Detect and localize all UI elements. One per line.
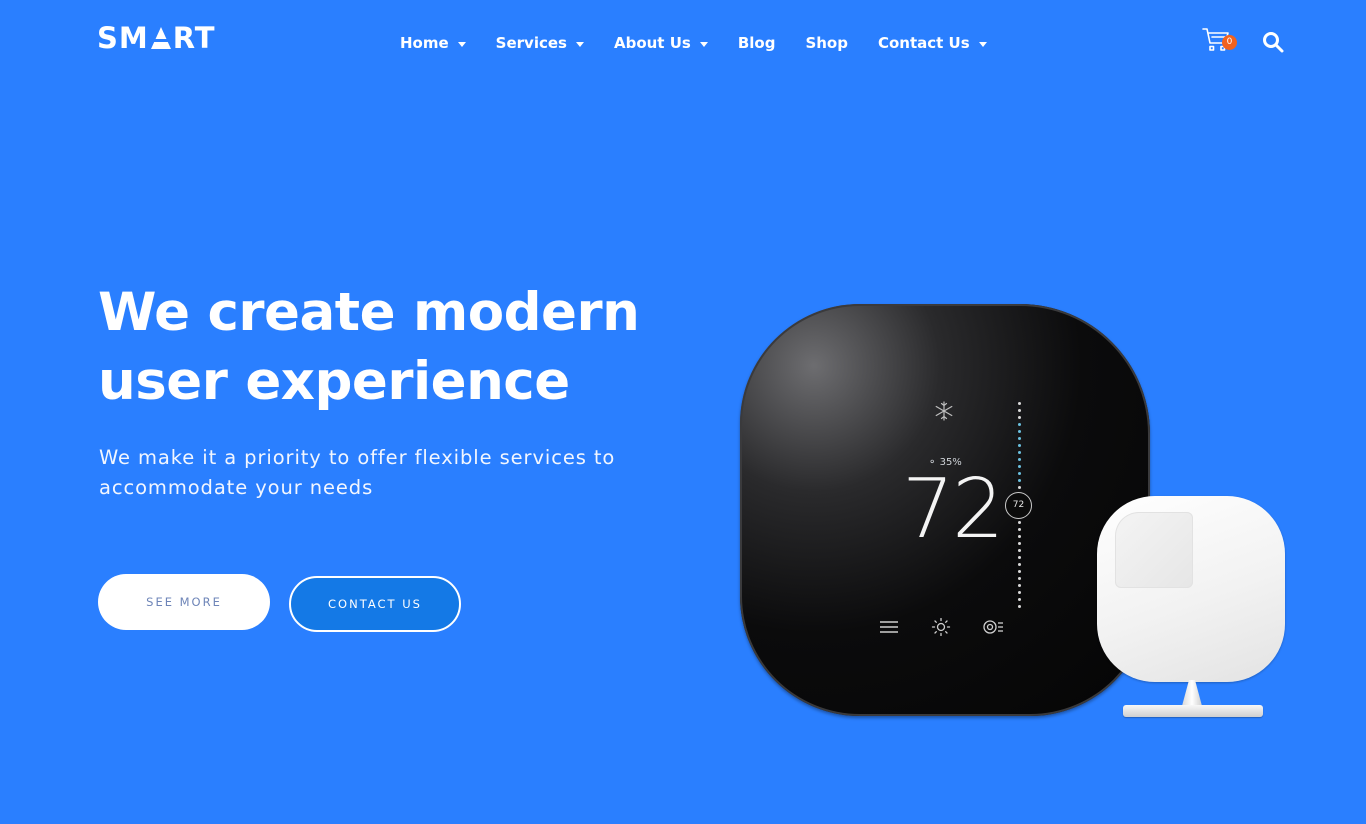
set-point-indicator: 72 <box>1005 492 1032 519</box>
logo-text-left: SM <box>97 21 149 55</box>
scale-dot <box>1018 479 1021 482</box>
logo-a-triangle <box>150 27 171 49</box>
scale-dot <box>1018 486 1021 489</box>
nav-item-shop[interactable]: Shop <box>805 32 848 54</box>
cart-button[interactable]: 0 <box>1202 27 1237 55</box>
room-sensor-device <box>1097 496 1285 682</box>
scale-dot <box>1018 521 1021 524</box>
search-icon <box>1263 32 1284 53</box>
search-button[interactable] <box>1261 30 1285 54</box>
nav-item-services[interactable]: Services <box>496 32 584 54</box>
see-more-button[interactable]: SEE MORE <box>98 574 270 630</box>
sensor-base <box>1123 705 1263 717</box>
caret-down-icon <box>978 41 987 47</box>
scale-dot <box>1018 451 1021 454</box>
snowflake-icon <box>935 401 953 421</box>
scale-dot <box>1018 598 1021 601</box>
nav-label: Blog <box>737 34 776 52</box>
nav-label: Contact Us <box>877 34 970 52</box>
scale-dot <box>1018 542 1021 545</box>
scale-dot <box>1018 437 1021 440</box>
sensor-window <box>1115 512 1193 588</box>
nav-label: Shop <box>805 34 848 52</box>
product-image: ⚬ 35% 72 72 <box>735 300 1295 725</box>
caret-down-icon <box>457 41 466 47</box>
sun-icon <box>931 618 951 636</box>
logo-text-right: RT <box>172 21 216 55</box>
caret-down-icon <box>699 41 708 47</box>
scale-dot <box>1018 472 1021 475</box>
scale-dot <box>1018 430 1021 433</box>
hero-title: We create modern user experience <box>98 282 640 412</box>
sensor-stand <box>1182 680 1202 706</box>
cart-count-badge: 0 <box>1222 35 1237 50</box>
scale-dot <box>1018 584 1021 587</box>
scale-dot <box>1018 563 1021 566</box>
scale-dot <box>1018 535 1021 538</box>
scale-dot <box>1018 416 1021 419</box>
scale-dot <box>1018 444 1021 447</box>
nav-label: Services <box>495 34 567 52</box>
nav-item-blog[interactable]: Blog <box>738 32 776 54</box>
hero-subtitle: We make it a priority to offer flexible … <box>99 446 616 499</box>
scale-dot <box>1018 465 1021 468</box>
scale-dot <box>1018 577 1021 580</box>
main-nav: Home Services About Us Blog Shop Contact… <box>400 32 1017 54</box>
nav-label: About Us <box>613 34 691 52</box>
scale-dot <box>1018 591 1021 594</box>
scale-dot <box>1018 528 1021 531</box>
scale-dot <box>1018 409 1021 412</box>
nav-item-home[interactable]: Home <box>400 32 466 54</box>
caret-down-icon <box>575 41 584 47</box>
thermostat-device: ⚬ 35% 72 72 <box>740 304 1150 716</box>
scale-dot <box>1018 402 1021 405</box>
scale-dot <box>1018 458 1021 461</box>
thermostat-screen: ⚬ 35% 72 72 <box>850 364 1050 654</box>
scale-dot <box>1018 556 1021 559</box>
settings-icon <box>983 620 1003 634</box>
nav-item-about-us[interactable]: About Us <box>614 32 708 54</box>
temperature-readout: 72 <box>902 462 1004 557</box>
menu-icon <box>880 621 898 633</box>
scale-dot <box>1018 549 1021 552</box>
nav-label: Home <box>400 34 449 52</box>
scale-dot <box>1018 605 1021 608</box>
scale-dot <box>1018 423 1021 426</box>
logo[interactable]: SM RT <box>97 24 216 53</box>
contact-us-button[interactable]: CONTACT US <box>289 576 461 632</box>
scale-dot <box>1018 570 1021 573</box>
nav-item-contact-us[interactable]: Contact Us <box>878 32 987 54</box>
